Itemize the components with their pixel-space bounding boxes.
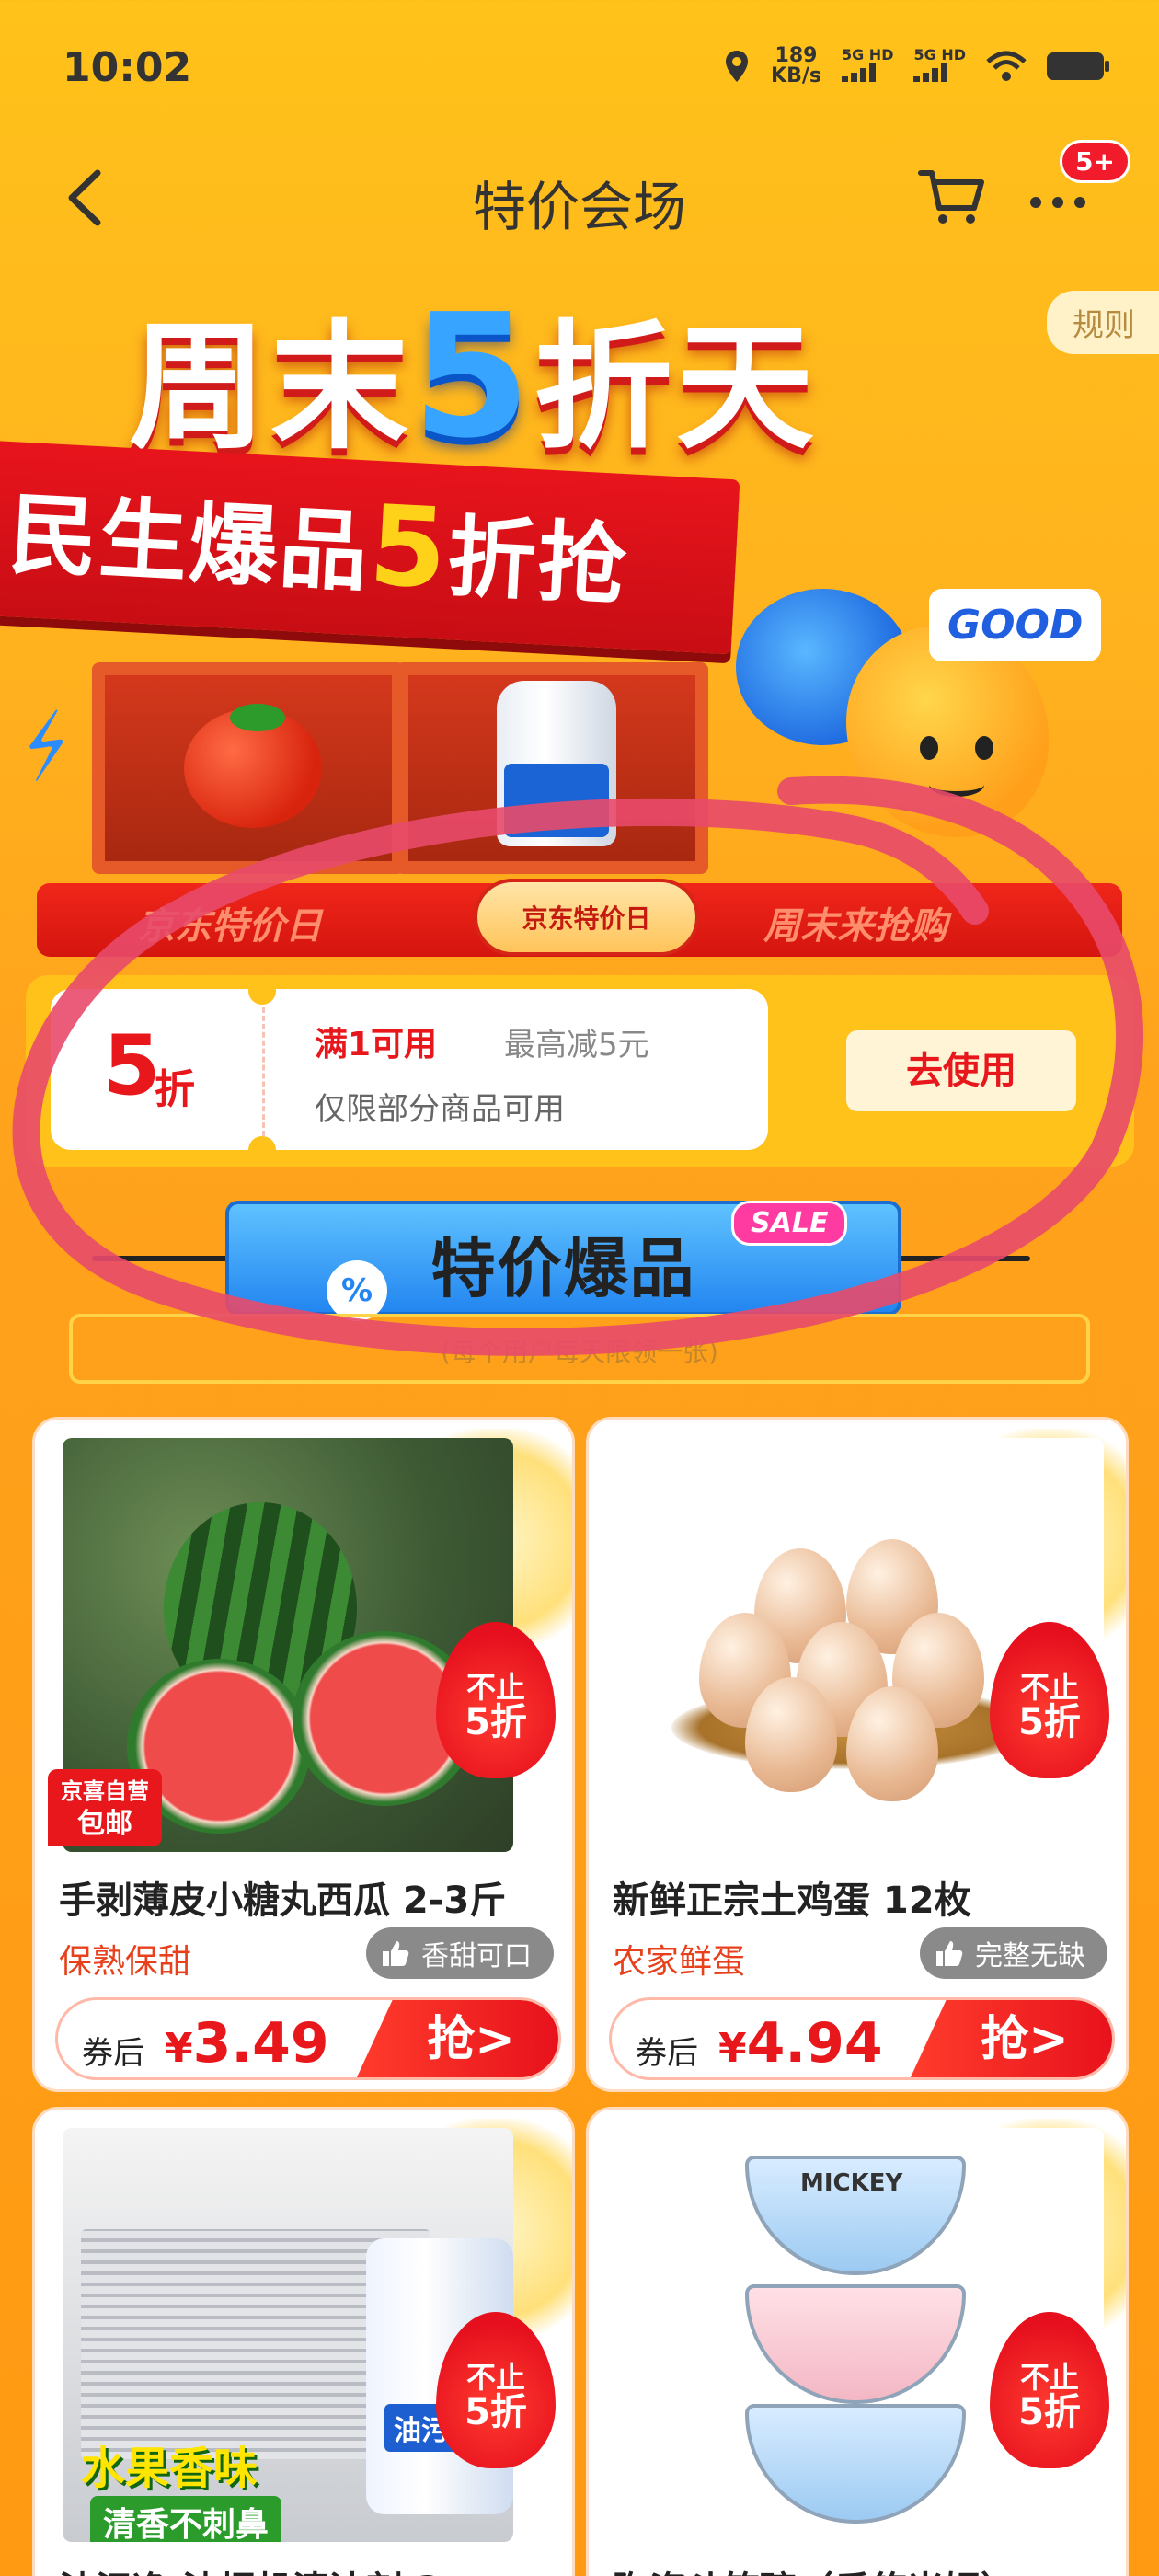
hand-drawn-circle-annotation xyxy=(12,776,1144,1356)
